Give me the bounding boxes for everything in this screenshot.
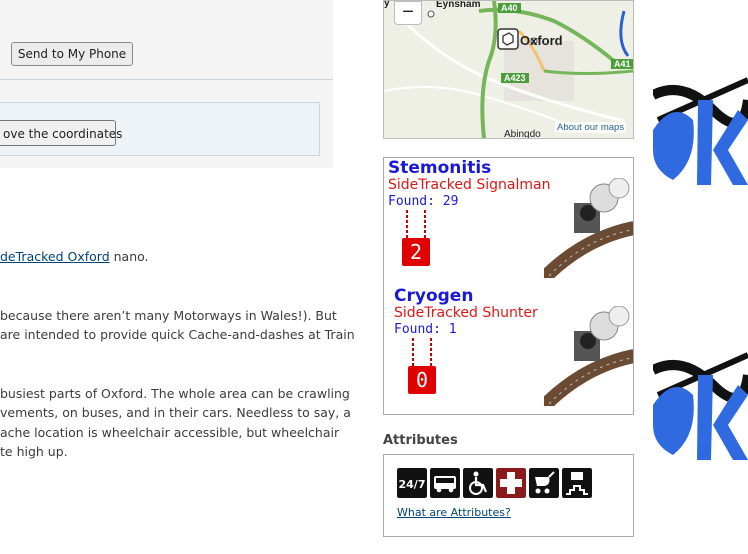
map-label-abingdon: Abingdo <box>504 129 541 139</box>
send-to-phone-button[interactable]: Send to My Phone <box>11 42 133 66</box>
attributes-panel: 24/7 What are Attributes? <box>383 454 634 537</box>
description-line: te high up. <box>0 444 68 459</box>
what-are-attributes-link[interactable]: What are Attributes? <box>397 506 511 519</box>
souvenir-card[interactable]: Cryogen SideTracked Shunter Found: 1 0 <box>384 286 633 413</box>
wheelchair-icon[interactable] <box>463 468 493 498</box>
stairs-icon[interactable] <box>562 468 592 498</box>
souvenir-number-badge: 0 <box>408 366 436 394</box>
solve-coordinates-button[interactable]: ove the coordinates <box>0 120 122 146</box>
road-badge-a40: A40 <box>498 3 521 13</box>
background-logo-graphic <box>653 77 748 460</box>
solve-coordinates-box: ove the coordinates <box>0 102 320 156</box>
found-count: 29 <box>442 194 459 209</box>
zoom-out-button[interactable]: − <box>394 1 422 25</box>
24-7-text: 24/7 <box>399 478 426 491</box>
first-aid-icon[interactable] <box>496 468 526 498</box>
page-background-graphic <box>653 0 748 554</box>
bus-icon[interactable] <box>430 468 460 498</box>
map-label: y <box>384 0 390 9</box>
souvenir-found: Found: 1 <box>394 322 457 337</box>
souvenir-card[interactable]: Stemonitis SideTracked Signalman Found: … <box>384 158 633 285</box>
description-line: are intended to provide quick Cache-and-… <box>0 327 355 342</box>
road-badge-a423: A423 <box>501 73 529 83</box>
souvenir-found: Found: 29 <box>388 194 458 209</box>
description-line: deTracked Oxford nano. <box>0 249 149 264</box>
train-illustration-icon <box>544 306 633 406</box>
24-7-icon[interactable]: 24/7 <box>397 468 427 498</box>
description-line: vements, on buses, and in their cars. Ne… <box>0 405 351 420</box>
map-label-oxford: Oxford <box>520 33 563 48</box>
souvenirs-panel: Stemonitis SideTracked Signalman Found: … <box>383 157 634 415</box>
souvenir-owner-name: Cryogen <box>394 286 474 306</box>
cache-marker-icon[interactable] <box>497 28 519 50</box>
road-badge-a41: A41 <box>611 59 633 69</box>
found-label: Found: <box>388 194 435 209</box>
cache-map[interactable]: − y Eynsham A40 Oxford A423 A41 Abingdo … <box>383 0 634 139</box>
description-line: busiest parts of Oxford. The whole area … <box>0 386 350 401</box>
description-line: ache location is wheelchair accessible, … <box>0 425 340 440</box>
attributes-heading: Attributes <box>383 433 458 448</box>
found-count: 1 <box>448 322 457 337</box>
map-label-eynsham: Eynsham <box>436 0 481 10</box>
description-line-text: nano. <box>109 249 149 264</box>
description-line: because there aren’t many Motorways in W… <box>0 308 337 323</box>
about-maps-link[interactable]: About our maps <box>555 122 627 133</box>
souvenir-title: SideTracked Shunter <box>394 305 538 321</box>
stroller-icon[interactable] <box>529 468 559 498</box>
share-panel: Send to My Phone <box>0 0 333 80</box>
sidetracked-oxford-link[interactable]: deTracked Oxford <box>0 249 110 264</box>
chain-icon <box>412 338 432 366</box>
found-label: Found: <box>394 322 441 337</box>
train-illustration-icon <box>544 178 633 278</box>
chain-icon <box>406 210 426 238</box>
souvenir-owner-name: Stemonitis <box>388 158 492 178</box>
souvenir-number-badge: 2 <box>402 238 430 266</box>
souvenir-title: SideTracked Signalman <box>388 177 551 193</box>
